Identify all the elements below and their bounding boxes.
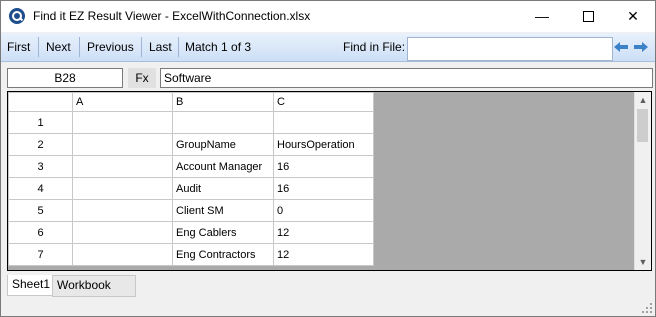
app-window: Find it EZ Result Viewer - ExcelWithConn… <box>0 0 656 317</box>
arrow-right-icon[interactable] <box>633 41 649 53</box>
cell[interactable] <box>273 111 374 134</box>
resize-grip-icon[interactable] <box>642 303 652 313</box>
cell[interactable]: Eng Cablers <box>172 221 274 244</box>
table-row: 5 Client SM 0 <box>8 199 374 222</box>
cell[interactable]: Client SM <box>172 199 274 222</box>
toolbar-separator <box>141 37 142 57</box>
cell[interactable]: 16 <box>273 155 374 178</box>
scrollbar-thumb[interactable] <box>637 109 648 142</box>
status-bar <box>1 297 655 316</box>
toolbar-separator <box>178 37 179 57</box>
row-header[interactable]: 4 <box>8 177 73 200</box>
vertical-scrollbar[interactable]: ▲ ▼ <box>634 92 651 270</box>
close-button[interactable]: ✕ <box>610 1 656 32</box>
row-header[interactable]: 5 <box>8 199 73 222</box>
row-header[interactable]: 7 <box>8 243 73 266</box>
cell[interactable]: 16 <box>273 177 374 200</box>
cell[interactable]: HoursOperation <box>273 133 374 156</box>
cell[interactable]: GroupName <box>172 133 274 156</box>
find-in-file-input[interactable] <box>407 37 613 61</box>
scroll-down-icon[interactable]: ▼ <box>635 254 651 270</box>
spreadsheet-grid[interactable]: A B C 1 2 GroupName HoursOperation 3 Acc… <box>7 91 652 271</box>
table-row: 6 Eng Cablers 12 <box>8 221 374 244</box>
toolbar-separator <box>79 37 80 57</box>
scroll-up-icon[interactable]: ▲ <box>635 92 651 108</box>
formula-input[interactable]: Software <box>160 68 653 88</box>
cell[interactable] <box>72 221 173 244</box>
tab-sheet1[interactable]: Sheet1 <box>7 275 55 296</box>
table-row: 7 Eng Contractors 12 <box>8 243 374 266</box>
table-row: 3 Account Manager 16 <box>8 155 374 178</box>
maximize-icon <box>582 11 594 22</box>
row-header[interactable]: 3 <box>8 155 73 178</box>
next-button[interactable]: Next <box>46 40 71 54</box>
cell[interactable] <box>72 243 173 266</box>
column-header-b[interactable]: B <box>172 92 274 112</box>
cell[interactable]: 12 <box>273 243 374 266</box>
column-header-a[interactable]: A <box>72 92 173 112</box>
toolbar: First Next Previous Last Match 1 of 3 Fi… <box>1 33 655 62</box>
column-header-c[interactable]: C <box>273 92 374 112</box>
window-title: Find it EZ Result Viewer - ExcelWithConn… <box>33 9 311 23</box>
table-row: 1 <box>8 111 374 134</box>
row-header[interactable]: 2 <box>8 133 73 156</box>
fx-button[interactable]: Fx <box>128 68 156 88</box>
first-button[interactable]: First <box>7 40 30 54</box>
cell[interactable] <box>72 133 173 156</box>
previous-button[interactable]: Previous <box>87 40 134 54</box>
column-header-row: A B C <box>8 92 374 112</box>
arrow-left-icon[interactable] <box>613 41 629 53</box>
title-bar: Find it EZ Result Viewer - ExcelWithConn… <box>1 1 655 32</box>
cell[interactable] <box>72 199 173 222</box>
maximize-button[interactable] <box>565 1 611 32</box>
table-row: 2 GroupName HoursOperation <box>8 133 374 156</box>
cell[interactable] <box>72 177 173 200</box>
minimize-button[interactable]: — <box>519 1 565 32</box>
select-all-corner[interactable] <box>8 92 73 112</box>
cell[interactable]: 0 <box>273 199 374 222</box>
cell-reference-box[interactable]: B28 <box>7 68 123 88</box>
cell[interactable]: Audit <box>172 177 274 200</box>
find-in-file-label: Find in File: <box>343 40 406 54</box>
cell[interactable]: Eng Contractors <box>172 243 274 266</box>
table-row: 4 Audit 16 <box>8 177 374 200</box>
tab-workbook-info[interactable]: Workbook Info <box>52 275 136 311</box>
toolbar-separator <box>38 37 39 57</box>
cell[interactable] <box>172 111 274 134</box>
last-button[interactable]: Last <box>149 40 172 54</box>
cell[interactable] <box>72 111 173 134</box>
match-status: Match 1 of 3 <box>185 40 252 54</box>
cell[interactable]: 12 <box>273 221 374 244</box>
cell[interactable] <box>72 155 173 178</box>
search-app-icon <box>9 8 25 24</box>
grid-table: A B C 1 2 GroupName HoursOperation 3 Acc… <box>8 92 374 266</box>
row-header[interactable]: 6 <box>8 221 73 244</box>
cell[interactable]: Account Manager <box>172 155 274 178</box>
row-header[interactable]: 1 <box>8 111 73 134</box>
